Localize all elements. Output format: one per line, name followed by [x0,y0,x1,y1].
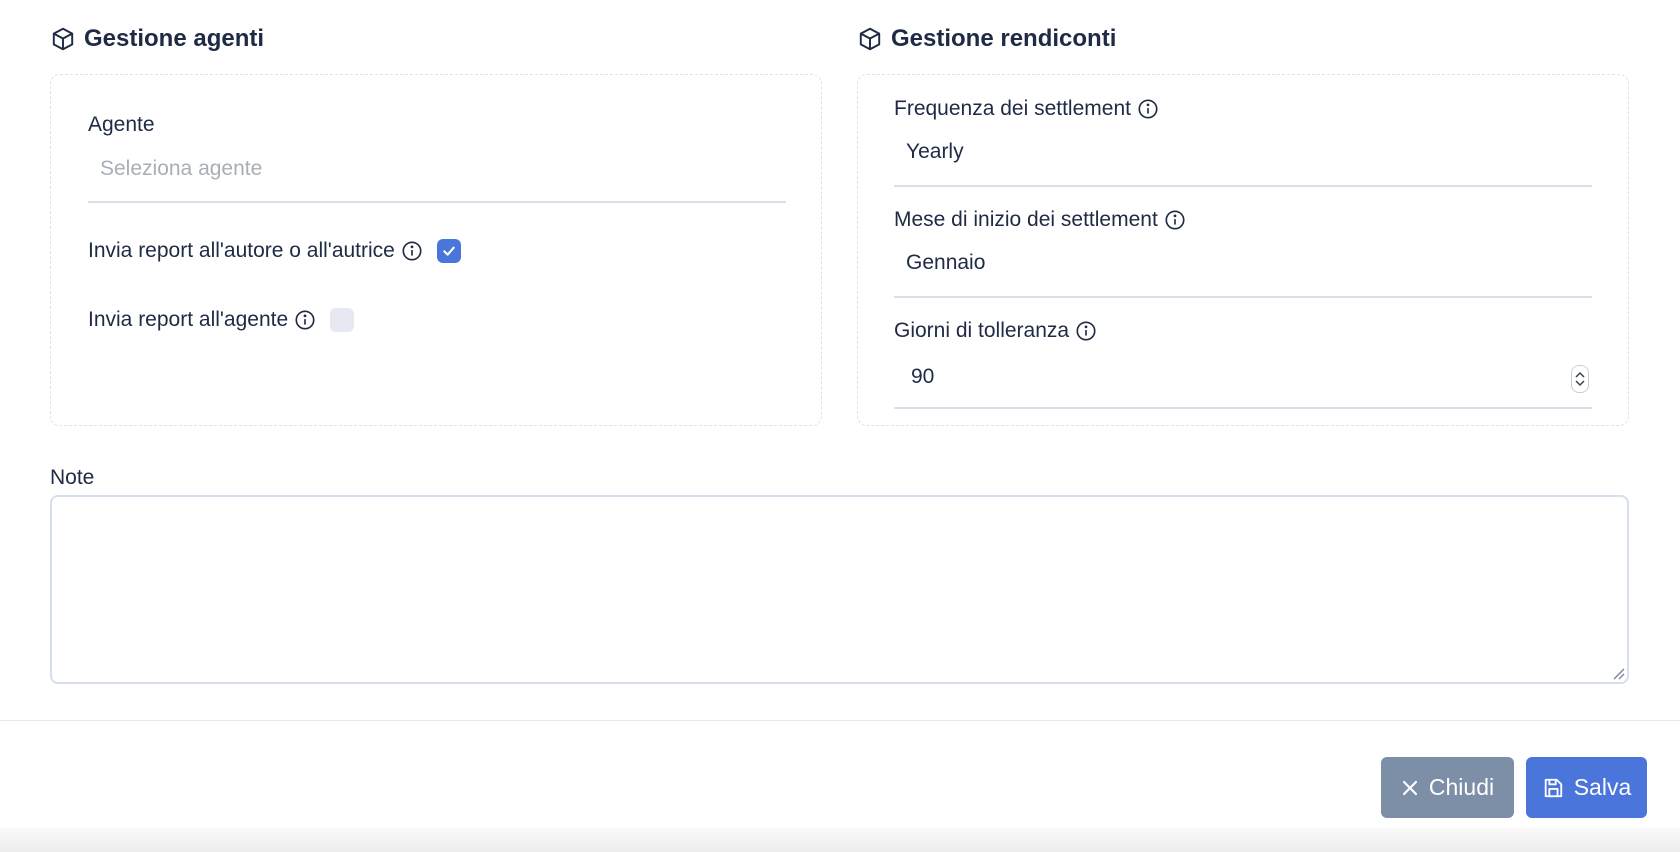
start-month-select[interactable]: Gennaio [906,251,985,275]
send-agent-checkbox[interactable] [330,308,355,332]
send-author-label: Invia report all'autore o all'autrice [88,239,395,262]
note-label: Note [50,466,94,490]
start-month-label-row: Mese di inizio dei settlement [894,208,1186,232]
start-month-label: Mese di inizio dei settlement [894,208,1158,231]
close-button[interactable]: Chiudi [1381,757,1514,818]
window-bottom-edge [0,828,1680,852]
note-textarea[interactable] [50,495,1629,684]
resize-handle-icon[interactable] [1611,666,1625,680]
close-button-label: Chiudi [1428,774,1495,800]
info-icon[interactable] [1075,320,1097,342]
info-icon[interactable] [1137,98,1159,120]
frequency-label-row: Frequenza dei settlement [894,97,1159,121]
tolerance-label: Giorni di tolleranza [894,319,1070,342]
info-icon[interactable] [1164,209,1186,231]
statements-panel: Frequenza dei settlement Yearly Mese di … [857,74,1629,426]
agent-label: Agente [88,113,155,137]
save-button[interactable]: Salva [1526,757,1647,818]
save-icon [1544,778,1562,797]
agent-select-placeholder: Seleziona agente [100,157,263,180]
send-author-row: Invia report all'autore o all'autrice [88,239,461,263]
send-author-checkbox[interactable] [436,239,461,263]
tolerance-stepper[interactable] [1571,365,1589,393]
agent-select-underline [88,201,786,203]
statements-section-title-text: Gestione rendiconti [891,25,1117,52]
agents-section-title: Gestione agenti [50,24,264,54]
frequency-value: Yearly [906,140,964,163]
note-label-text: Note [50,466,95,489]
frequency-label: Frequenza dei settlement [894,97,1131,120]
cube-icon [859,27,881,51]
frequency-select[interactable]: Yearly [906,140,964,164]
chevron-up-icon[interactable] [1575,371,1585,379]
tolerance-input[interactable]: 90 [911,365,934,389]
chevron-down-icon[interactable] [1575,379,1585,387]
frequency-underline [894,185,1592,187]
tolerance-label-row: Giorni di tolleranza [894,319,1097,343]
footer-divider [0,720,1680,721]
send-agent-label: Invia report all'agente [88,308,289,331]
info-icon[interactable] [294,309,316,331]
agent-select[interactable]: Seleziona agente [100,157,262,181]
close-icon [1402,780,1417,795]
agents-section-title-text: Gestione agenti [84,25,265,52]
tolerance-underline [894,407,1592,409]
statements-section-title: Gestione rendiconti [857,24,1116,54]
agent-label-text: Agente [88,113,155,136]
save-button-label: Salva [1573,774,1632,800]
check-icon [443,246,455,256]
info-icon[interactable] [401,240,423,262]
cube-icon [52,27,74,51]
agents-panel: Agente Seleziona agente Invia report all… [50,74,822,426]
tolerance-value: 90 [911,365,935,388]
send-agent-row: Invia report all'agente [88,308,355,332]
start-month-value: Gennaio [906,251,986,274]
start-month-underline [894,296,1592,298]
